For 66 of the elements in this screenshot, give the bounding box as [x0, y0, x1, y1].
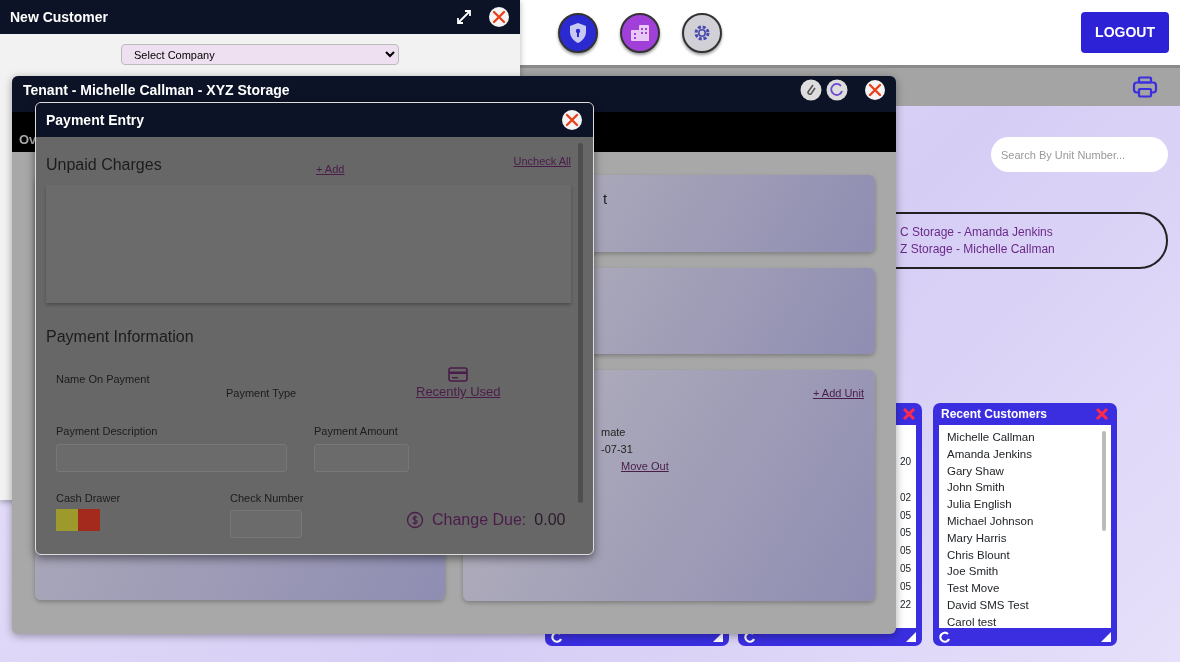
- window-title: Tenant - Michelle Callman - XYZ Storage: [23, 80, 291, 100]
- tenant-link[interactable]: C Storage - Amanda Jenkins: [900, 224, 1166, 241]
- customer-link[interactable]: Test Move: [947, 580, 1103, 597]
- shield-icon: [568, 21, 588, 44]
- close-icon[interactable]: [561, 109, 583, 131]
- customer-link[interactable]: Chris Blount: [947, 546, 1103, 564]
- table-cell-text: 05: [899, 526, 912, 541]
- refresh-icon[interactable]: [826, 79, 848, 101]
- field-label: Check Number: [230, 490, 305, 506]
- facility-button[interactable]: [620, 12, 660, 53]
- table-cell-text: 02: [899, 490, 912, 505]
- add-unit-link[interactable]: + Add Unit: [812, 385, 864, 402]
- section-heading: Payment Information: [46, 327, 195, 347]
- tab[interactable]: Ov: [19, 132, 37, 147]
- customer-link[interactable]: Michelle Callman: [947, 429, 1103, 446]
- refresh-icon[interactable]: [939, 631, 951, 643]
- table-cell-text: 05: [899, 544, 912, 559]
- change-due-label: Change Due:: [432, 509, 527, 530]
- company-select[interactable]: Select Company: [121, 44, 399, 65]
- customer-link[interactable]: John Smith: [947, 479, 1103, 497]
- customer-link[interactable]: Joe Smith: [947, 563, 1103, 581]
- unit-detail: mate: [601, 424, 627, 440]
- logout-button[interactable]: LOGOUT: [1081, 12, 1169, 53]
- customer-link[interactable]: Gary Shaw: [947, 462, 1103, 480]
- table-cell-text: 20: [899, 455, 912, 469]
- window-title: Payment Entry: [46, 110, 146, 130]
- security-button[interactable]: [558, 12, 598, 53]
- customer-link[interactable]: Julia English: [947, 496, 1103, 513]
- customer-link[interactable]: Amanda Jenkins: [947, 445, 1103, 463]
- field-label: Payment Amount: [314, 424, 399, 439]
- field-label: Name On Payment: [56, 372, 151, 387]
- search-field[interactable]: Search By Unit Number...: [991, 137, 1168, 172]
- field-label: Cash Drawer: [56, 490, 122, 506]
- window-title: New Customer: [10, 7, 110, 27]
- table-cell-text: 05: [899, 579, 912, 594]
- widget-title: Recent Customers: [941, 406, 1048, 423]
- cash-drawer-swatch[interactable]: [56, 509, 78, 531]
- close-icon[interactable]: [488, 6, 510, 28]
- customer-link[interactable]: Carol test: [947, 613, 1103, 628]
- scrollbar[interactable]: [578, 143, 583, 503]
- printer-icon[interactable]: [1132, 76, 1158, 98]
- field-label: Payment Type: [226, 386, 298, 401]
- paperclip-icon[interactable]: [800, 79, 822, 101]
- section-heading: Unpaid Charges: [46, 155, 163, 175]
- building-icon: [630, 23, 650, 42]
- resize-handle-icon[interactable]: [1101, 632, 1111, 642]
- table-cell-text: 05: [899, 508, 912, 523]
- move-out-link[interactable]: Move Out: [621, 457, 669, 474]
- change-due-value: 0.00: [534, 509, 566, 530]
- dollar-circle-icon: [406, 510, 424, 529]
- customer-link[interactable]: Michael Johnson: [947, 513, 1103, 530]
- tenant-link[interactable]: Z Storage - Michelle Callman: [900, 241, 1166, 258]
- resize-handle-icon[interactable]: [906, 632, 916, 642]
- field-label: Payment Description: [56, 424, 159, 439]
- table-cell-text: 05: [899, 562, 912, 576]
- expand-icon[interactable]: [456, 9, 472, 25]
- credit-card-icon: [448, 367, 469, 382]
- cash-drawer-swatch[interactable]: [78, 509, 100, 531]
- customer-link[interactable]: David SMS Test: [947, 596, 1103, 614]
- customer-link[interactable]: Mary Harris: [947, 529, 1103, 547]
- unit-detail: -07-31: [601, 441, 634, 457]
- card-title: t: [603, 190, 608, 207]
- close-icon[interactable]: [864, 79, 886, 101]
- settings-button[interactable]: [682, 12, 722, 53]
- table-cell-text: 22: [899, 597, 912, 612]
- scrollbar[interactable]: [1102, 431, 1106, 531]
